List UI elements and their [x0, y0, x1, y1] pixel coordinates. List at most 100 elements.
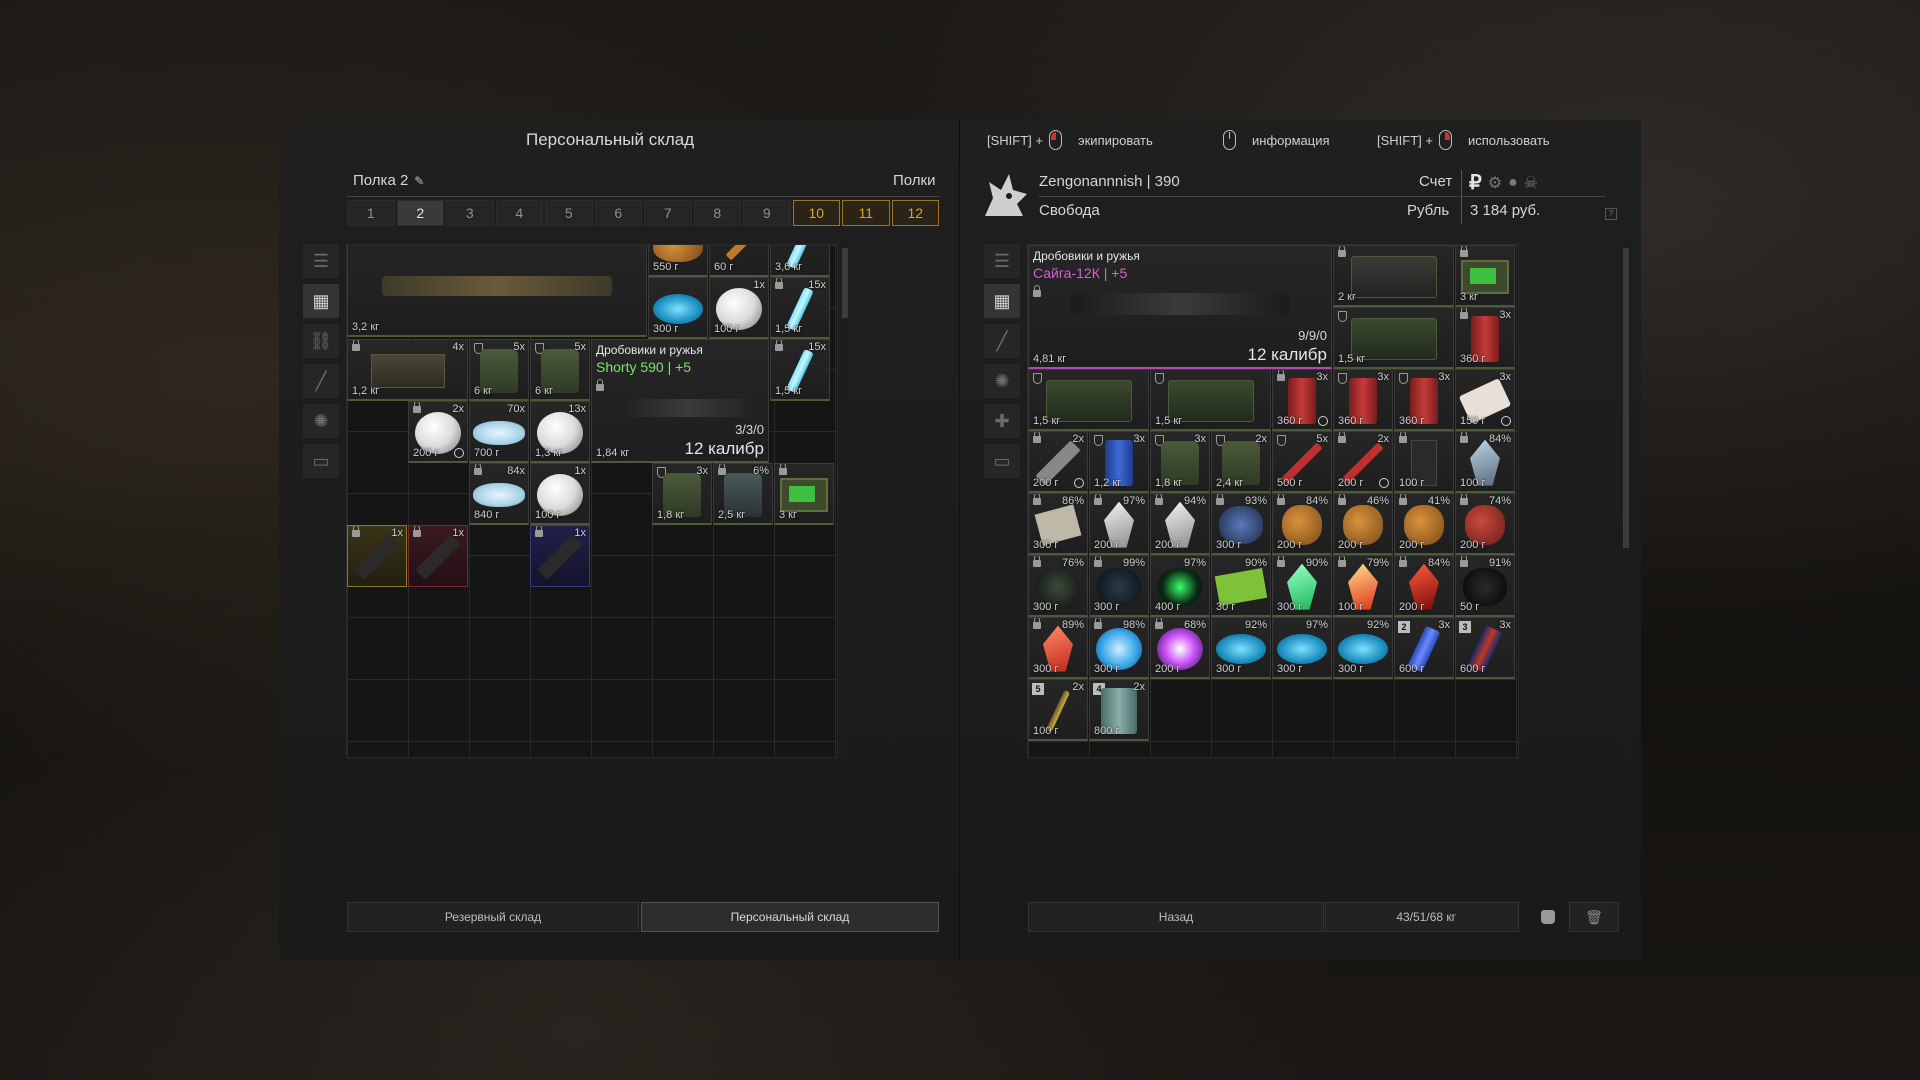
item-artifact[interactable]: 94% 200 г	[1150, 493, 1210, 555]
item-green-box[interactable]: 1,5 кг	[1333, 307, 1454, 369]
gear-icon[interactable]: ⚙	[1488, 173, 1502, 193]
right-scrollbar[interactable]	[1623, 244, 1629, 756]
link-icon[interactable]: ⛓	[303, 324, 339, 358]
grid-icon[interactable]: ▦	[984, 284, 1020, 318]
item-artifact[interactable]: 97% 300 г	[1272, 617, 1332, 679]
item-shorty-590[interactable]: Дробовики и ружья Shorty 590 | +5 3/3/0 …	[591, 339, 769, 463]
item-weapon-red[interactable]: 1x	[408, 525, 468, 587]
item-artifact[interactable]: 89% 300 г	[1028, 617, 1088, 679]
rifle-icon[interactable]: ╱	[984, 324, 1020, 358]
back-button[interactable]: Назад	[1028, 902, 1324, 932]
item-artifact[interactable]: 86% 300 г	[1028, 493, 1088, 555]
edit-icon[interactable]: ✎	[414, 174, 424, 188]
tab-shelf-9[interactable]: 9	[743, 200, 791, 226]
item-battery[interactable]: 3 3x 600 г	[1455, 617, 1515, 679]
item-medkit[interactable]: 3x 1,2 кг	[1089, 431, 1149, 493]
left-scrollbar[interactable]	[842, 244, 848, 756]
item-ammo-crate[interactable]: 4x 1,2 кг	[347, 339, 468, 401]
item-weapon-blue[interactable]: 1x	[530, 525, 590, 587]
item-artifact[interactable]: 46% 200 г	[1333, 493, 1393, 555]
item-green-box[interactable]: 1,5 кг	[1150, 369, 1271, 431]
ruble-icon[interactable]: ₽	[1469, 170, 1482, 195]
grid-icon[interactable]: ▦	[303, 284, 339, 318]
item-cloud[interactable]: 1x 100 г	[530, 463, 590, 525]
item-syringe[interactable]: 2x 200 г	[1333, 431, 1393, 493]
item-knife[interactable]: 2x 200 г	[1028, 431, 1088, 493]
item-pills[interactable]: 3x 150 г	[1455, 369, 1515, 431]
item-vest[interactable]: 2x 2,4 кг	[1211, 431, 1271, 493]
item-tube[interactable]: 15x 1,5 кг	[770, 339, 830, 401]
tab-shelf-1[interactable]: 1	[347, 200, 395, 226]
item-claw[interactable]: 84% 100 г	[1455, 431, 1515, 493]
item-blue-disc[interactable]: 300 г	[648, 277, 708, 339]
item-artifact[interactable]: 90% 30 г	[1211, 555, 1271, 617]
item-artifact[interactable]: 92% 300 г	[1211, 617, 1271, 679]
item-salt[interactable]: 70x 700 г	[469, 401, 529, 463]
item-canned-food[interactable]: 4 2x 800 г	[1089, 679, 1149, 741]
personal-storage-button[interactable]: Персональный склад	[641, 902, 939, 932]
item-weapon-gold[interactable]: 1x	[347, 525, 407, 587]
item-artifact[interactable]: 84% 200 г	[1394, 555, 1454, 617]
item-cloud[interactable]: 13x 1,3 кг	[530, 401, 590, 463]
item-green-box[interactable]: 1,5 кг	[1028, 369, 1149, 431]
tab-shelf-5[interactable]: 5	[545, 200, 593, 226]
trash-button[interactable]: 🗑	[1569, 902, 1619, 932]
item-vest[interactable]: 5x 6 кг	[469, 339, 529, 401]
item-can[interactable]: 3x 360 г	[1272, 369, 1332, 431]
item-battery[interactable]: 2 3x 600 г	[1394, 617, 1454, 679]
item-detector[interactable]: 3 кг	[1455, 245, 1515, 307]
box-icon[interactable]: ▭	[984, 444, 1020, 478]
item-artifact[interactable]: 41% 200 г	[1394, 493, 1454, 555]
skull-icon[interactable]: ☠	[1524, 173, 1538, 193]
item-tube[interactable]: 15x 1,5 кг	[770, 277, 830, 339]
left-storage-grid[interactable]: 3,2 кг 550 г 60 г 3,6 кг 300 г 1x 100 г …	[346, 244, 838, 758]
medkit-icon[interactable]: ✚	[984, 404, 1020, 438]
item-saiga-12k[interactable]: Дробовики и ружья Сайга-12К | +5 9/9/0 1…	[1028, 245, 1332, 369]
reserve-storage-button[interactable]: Резервный склад	[347, 902, 639, 932]
item-detector[interactable]: 3 кг	[774, 463, 834, 525]
item-meat[interactable]: 550 г	[648, 245, 708, 277]
tab-shelf-4[interactable]: 4	[495, 200, 543, 226]
item-artifact[interactable]: 90% 300 г	[1272, 555, 1332, 617]
item-artifact[interactable]: 97% 200 г	[1089, 493, 1149, 555]
sort-icon[interactable]: ☰	[984, 244, 1020, 278]
rifle-icon[interactable]: ╱	[303, 364, 339, 398]
item-backpack[interactable]: 6% 2,5 кг	[713, 463, 773, 525]
item-artifact[interactable]: 74% 200 г	[1455, 493, 1515, 555]
coin-icon[interactable]: ●	[1508, 174, 1518, 192]
item-artifact[interactable]: 98% 300 г	[1089, 617, 1149, 679]
item-artifact[interactable]: 84% 200 г	[1272, 493, 1332, 555]
item-flare[interactable]: 5 2x 100 г	[1028, 679, 1088, 741]
item-can[interactable]: 3x 360 г	[1455, 307, 1515, 369]
item-artifact[interactable]: 99% 300 г	[1089, 555, 1149, 617]
item-artifact[interactable]: 91% 50 г	[1455, 555, 1515, 617]
item-vest[interactable]: 3x 1,8 кг	[1150, 431, 1210, 493]
item-artifact[interactable]: 79% 100 г	[1333, 555, 1393, 617]
tab-shelf-7[interactable]: 7	[644, 200, 692, 226]
item-artifact[interactable]: 93% 300 г	[1211, 493, 1271, 555]
item-cloud[interactable]: 2x 200 г	[408, 401, 468, 463]
help-icon[interactable]: ?	[1605, 208, 1617, 220]
tab-shelf-2[interactable]: 2	[396, 200, 444, 226]
item-artifact[interactable]: 76% 300 г	[1028, 555, 1088, 617]
item-can[interactable]: 3x 360 г	[1333, 369, 1393, 431]
tab-shelf-8[interactable]: 8	[693, 200, 741, 226]
item-artifact[interactable]: 97% 400 г	[1150, 555, 1210, 617]
item-syringe[interactable]: 5x 500 г	[1272, 431, 1332, 493]
artifact-icon[interactable]: ✺	[303, 404, 339, 438]
item-vest[interactable]: 5x 6 кг	[530, 339, 590, 401]
left-scrollbar-thumb[interactable]	[842, 248, 848, 318]
backpack-grid[interactable]: Дробовики и ружья Сайга-12К | +5 9/9/0 1…	[1027, 244, 1519, 758]
item-tube-top[interactable]: 3,6 кг	[770, 245, 830, 277]
item-device[interactable]: 100 г	[1394, 431, 1454, 493]
tab-shelf-3[interactable]: 3	[446, 200, 494, 226]
item-artifact[interactable]: 92% 300 г	[1333, 617, 1393, 679]
item-bullet[interactable]: 60 г	[709, 245, 769, 277]
tab-shelf-12[interactable]: 12	[891, 200, 939, 226]
item-cloud[interactable]: 1x 100 г	[709, 277, 769, 339]
artifact-icon[interactable]: ✺	[984, 364, 1020, 398]
item-salt[interactable]: 84x 840 г	[469, 463, 529, 525]
tab-shelf-6[interactable]: 6	[594, 200, 642, 226]
item-can[interactable]: 3x 360 г	[1394, 369, 1454, 431]
right-scrollbar-thumb[interactable]	[1623, 248, 1629, 548]
